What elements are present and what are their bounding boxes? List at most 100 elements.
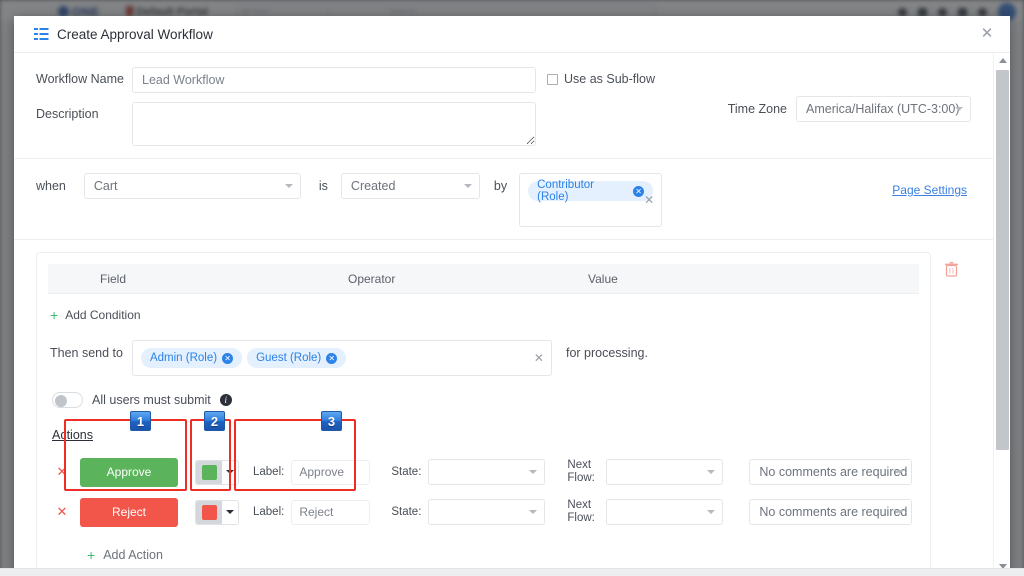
page-settings-link[interactable]: Page Settings (892, 183, 967, 197)
create-approval-workflow-modal: Create Approval Workflow ✕ Workflow Name… (14, 16, 1010, 574)
action-next-flow-select[interactable] (606, 499, 723, 525)
action-label-input[interactable] (291, 460, 370, 485)
scrollbar-thumb[interactable] (996, 70, 1009, 450)
role-chip-label: Guest (Role) (256, 352, 321, 364)
modal-body: Workflow Name Description Use as Sub-flo… (14, 53, 1010, 574)
timezone-group: Time Zone America/Halifax (UTC-3:00) (728, 67, 971, 146)
time-zone-value: America/Halifax (UTC-3:00) (806, 102, 960, 116)
add-action-label: Add Action (103, 548, 163, 562)
by-label: by (494, 173, 507, 193)
remove-chip-icon[interactable]: ✕ (222, 353, 233, 364)
workflow-name-input[interactable] (132, 67, 536, 93)
modal-scroll-content: Workflow Name Description Use as Sub-flo… (14, 53, 993, 574)
use-as-subflow-checkbox[interactable] (547, 74, 558, 85)
chevron-down-icon (529, 470, 537, 474)
add-condition-label: Add Condition (65, 308, 140, 322)
action-state-select[interactable] (428, 459, 545, 485)
workflow-stage-card: Field Operator Value + Add Condition The… (36, 252, 931, 574)
info-icon[interactable]: i (220, 394, 232, 406)
page-title: Create Approval Workflow (57, 27, 213, 42)
clear-all-icon[interactable]: ✕ (534, 351, 544, 365)
action-preview-button[interactable]: Reject (80, 498, 178, 527)
color-swatch (202, 465, 217, 480)
modal-header: Create Approval Workflow ✕ (14, 16, 1010, 53)
delete-stage-column (931, 252, 971, 574)
column-header-field: Field (48, 272, 348, 286)
action-color-picker[interactable] (195, 460, 239, 485)
role-chip[interactable]: Admin (Role) ✕ (141, 348, 242, 368)
role-chip[interactable]: Guest (Role) ✕ (247, 348, 346, 368)
is-label: is (319, 173, 328, 193)
all-users-must-submit-toggle[interactable] (52, 392, 83, 408)
chevron-down-icon (285, 184, 293, 188)
description-textarea[interactable] (132, 102, 536, 146)
description-row: Description (36, 102, 536, 146)
chevron-down-icon (464, 184, 472, 188)
actions-list: ✕ Approve (37, 452, 930, 532)
plus-icon: + (87, 549, 95, 561)
triangle-up-shape (999, 58, 1007, 63)
for-processing-label: for processing. (566, 340, 648, 360)
actions-section-title: Actions (52, 428, 930, 442)
label-field-label: Label: (253, 506, 284, 518)
workflow-stage-card-wrap: Field Operator Value + Add Condition The… (14, 240, 993, 574)
label-field-label: Label: (253, 466, 284, 478)
chevron-down-icon (226, 510, 234, 514)
time-zone-label: Time Zone (728, 102, 787, 116)
state-field-label: State: (391, 466, 421, 478)
assignees-row: Then send to Admin (Role) ✕ Guest (Role)… (50, 340, 930, 376)
action-comments-select[interactable]: No comments are required (749, 459, 912, 485)
remove-chip-icon[interactable]: ✕ (326, 353, 337, 364)
chevron-down-icon (529, 510, 537, 514)
chevron-down-icon (896, 470, 904, 474)
add-condition-button[interactable]: + Add Condition (50, 308, 930, 322)
scroll-up-arrow-icon[interactable] (994, 53, 1010, 68)
workflow-details-form: Workflow Name Description Use as Sub-flo… (14, 53, 993, 159)
close-icon[interactable]: ✕ (976, 23, 998, 45)
subflow-option[interactable]: Use as Sub-flow (547, 67, 655, 146)
delete-action-icon[interactable]: ✕ (51, 464, 73, 480)
trigger-actor-chip-input[interactable]: Contributor (Role) ✕ ✕ (519, 173, 662, 227)
action-comments-value: No comments are required (759, 465, 907, 479)
color-swatch (202, 505, 217, 520)
color-swatch-wrap (196, 501, 222, 524)
chevron-down-icon (707, 470, 715, 474)
trash-icon[interactable] (945, 264, 958, 281)
time-zone-select[interactable]: America/Halifax (UTC-3:00) (796, 96, 971, 122)
action-state-select[interactable] (428, 499, 545, 525)
add-action-button[interactable]: + Add Action (87, 548, 930, 562)
workflow-details-left: Workflow Name Description (36, 67, 536, 146)
delete-action-icon[interactable]: ✕ (51, 504, 73, 520)
clear-all-icon[interactable]: ✕ (644, 193, 654, 207)
toggle-knob (55, 395, 67, 407)
when-label: when (36, 173, 66, 193)
action-label-input[interactable] (291, 500, 370, 525)
then-send-to-label: Then send to (50, 340, 123, 360)
color-dropdown-toggle[interactable] (222, 461, 238, 484)
next-flow-field-label: Next Flow: (567, 499, 599, 525)
color-swatch-wrap (196, 461, 222, 484)
plus-icon: + (50, 309, 58, 321)
assignees-chip-input[interactable]: Admin (Role) ✕ Guest (Role) ✕ ✕ (132, 340, 552, 376)
use-as-subflow-label: Use as Sub-flow (564, 72, 655, 86)
action-next-flow-select[interactable] (606, 459, 723, 485)
column-header-value: Value (588, 272, 828, 286)
remove-chip-icon[interactable]: ✕ (633, 186, 644, 197)
trigger-event-value: Created (351, 179, 395, 193)
color-dropdown-toggle[interactable] (222, 501, 238, 524)
trigger-condition-row: when Cart is Created by Contributor (Rol… (14, 159, 993, 240)
chevron-down-icon (955, 107, 963, 111)
trigger-event-select[interactable]: Created (341, 173, 480, 199)
chevron-down-icon (226, 470, 234, 474)
trigger-entity-select[interactable]: Cart (84, 173, 301, 199)
conditions-table: Field Operator Value (48, 264, 919, 294)
action-preview-button[interactable]: Approve (80, 458, 178, 487)
trigger-entity-value: Cart (94, 179, 118, 193)
modal-scrollbar[interactable] (993, 53, 1010, 574)
action-comments-select[interactable]: No comments are required (749, 499, 912, 525)
list-settings-icon (34, 27, 49, 41)
action-row: ✕ Approve (37, 452, 930, 492)
action-row: ✕ Reject (37, 492, 930, 532)
role-chip[interactable]: Contributor (Role) ✕ (528, 181, 653, 201)
action-color-picker[interactable] (195, 500, 239, 525)
